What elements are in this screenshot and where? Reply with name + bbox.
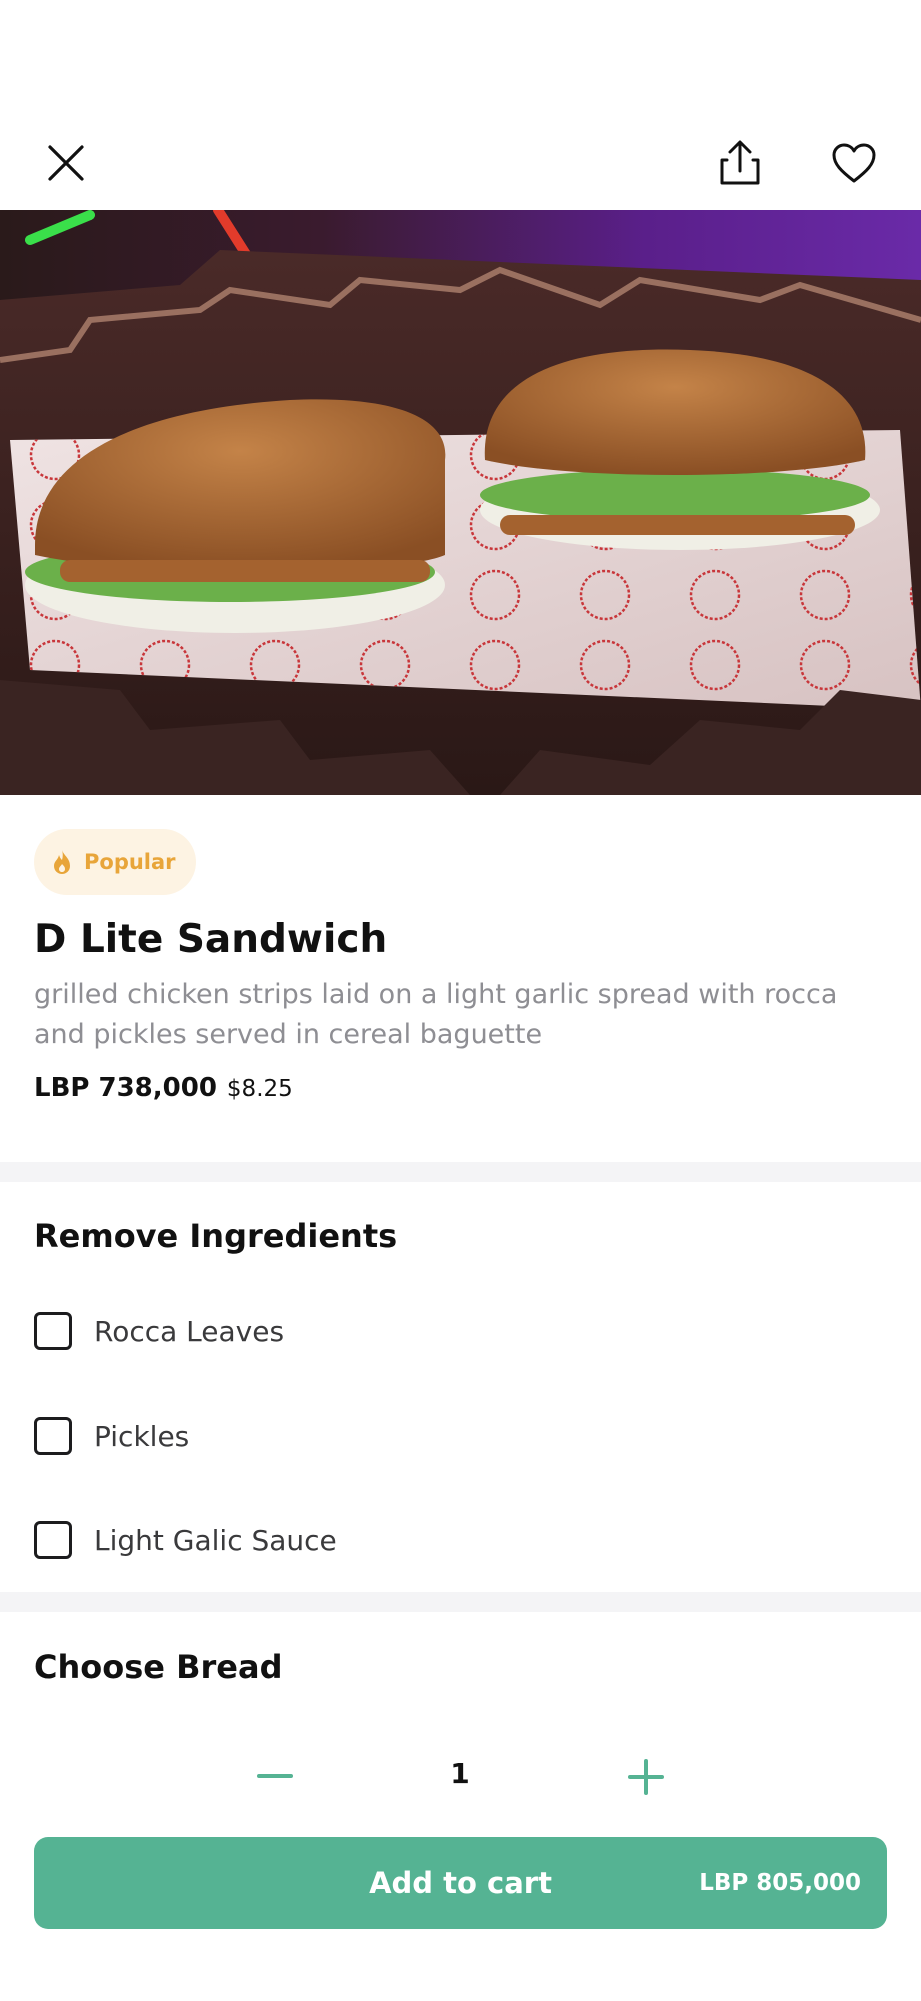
option-label: Light Galic Sauce bbox=[94, 1523, 337, 1557]
product-description: grilled chicken strips laid on a light g… bbox=[34, 979, 838, 1050]
section-divider bbox=[0, 1162, 921, 1182]
heart-icon bbox=[832, 143, 876, 183]
checkbox[interactable] bbox=[34, 1417, 72, 1455]
favorite-button[interactable] bbox=[822, 131, 886, 195]
quantity-value: 1 bbox=[450, 1757, 470, 1790]
cart-total: LBP 805,000 bbox=[699, 1870, 861, 1896]
close-button[interactable] bbox=[34, 131, 98, 195]
option-label: Rocca Leaves bbox=[94, 1314, 285, 1348]
checkbox[interactable] bbox=[34, 1521, 72, 1559]
badge-label: Popular bbox=[84, 850, 176, 874]
share-button[interactable] bbox=[708, 131, 772, 195]
top-bar bbox=[0, 0, 921, 210]
decrease-quantity-button[interactable] bbox=[250, 1752, 300, 1802]
price-lbp: LBP 738,000 bbox=[34, 1073, 217, 1103]
section-divider bbox=[0, 1592, 921, 1612]
ingredient-option-light-galic-sauce[interactable]: Light Galic Sauce bbox=[34, 1520, 337, 1560]
price-usd: $8.25 bbox=[226, 1076, 293, 1102]
price-row: LBP 738,000 $8.25 bbox=[34, 1073, 293, 1103]
product-image bbox=[0, 210, 921, 795]
ingredient-option-rocca-leaves[interactable]: Rocca Leaves bbox=[34, 1311, 284, 1351]
home-indicator-area bbox=[0, 1960, 921, 2001]
share-icon bbox=[720, 140, 760, 185]
popular-badge: Popular bbox=[34, 829, 196, 895]
close-icon bbox=[48, 145, 84, 181]
product-title: D Lite Sandwich bbox=[34, 917, 388, 962]
choose-bread-title: Choose Bread bbox=[34, 1648, 283, 1686]
minus-icon bbox=[257, 1774, 293, 1778]
plus-icon bbox=[628, 1759, 664, 1795]
add-to-cart-button[interactable]: Add to cart LBP 805,000 bbox=[34, 1837, 887, 1929]
flame-icon bbox=[54, 850, 70, 874]
increase-quantity-button[interactable] bbox=[621, 1752, 671, 1802]
checkbox[interactable] bbox=[34, 1312, 72, 1350]
remove-ingredients-title: Remove Ingredients bbox=[34, 1217, 398, 1255]
option-label: Pickles bbox=[94, 1419, 190, 1453]
ingredient-option-pickles[interactable]: Pickles bbox=[34, 1416, 189, 1456]
